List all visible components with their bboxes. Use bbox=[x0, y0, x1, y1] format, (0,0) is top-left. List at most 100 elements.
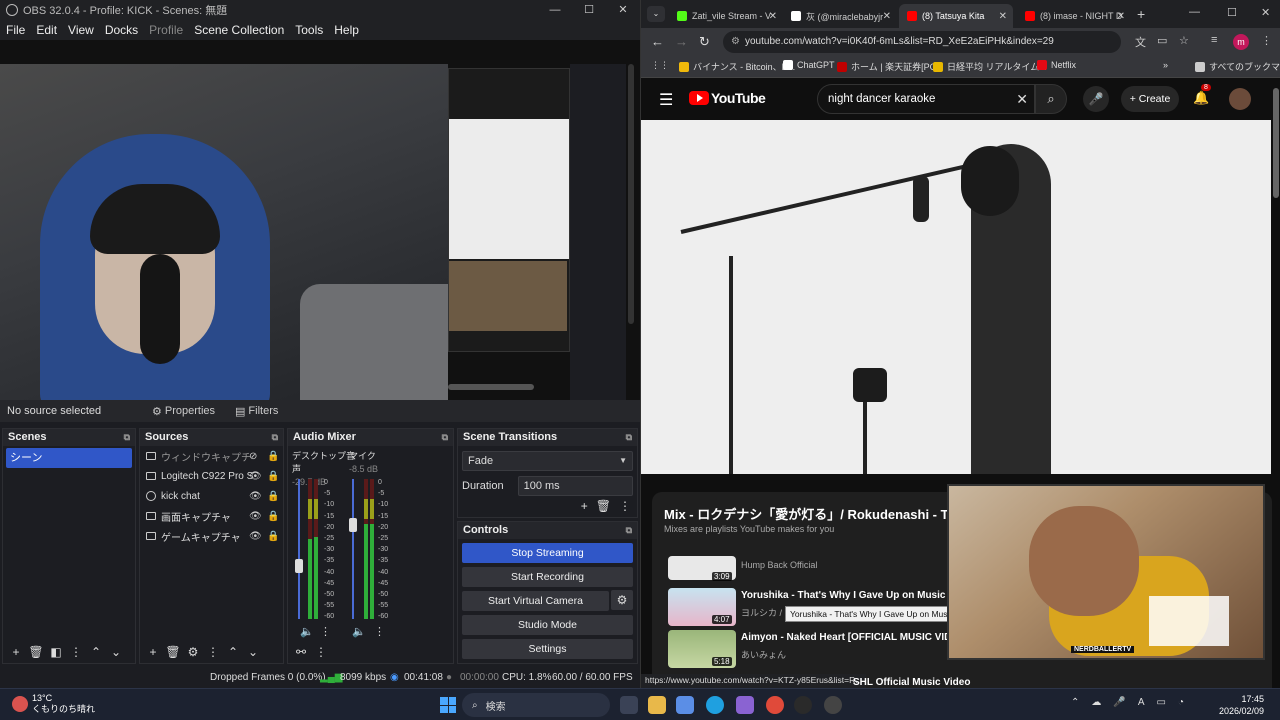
cast-icon[interactable]: ▭ bbox=[1157, 34, 1167, 47]
menu-icon[interactable]: ☰ bbox=[659, 90, 673, 110]
close-tab-icon[interactable]: ✕ bbox=[883, 11, 891, 22]
source-item[interactable]: 画面キャプチャ 👁 🔒 bbox=[140, 506, 283, 526]
remove-scene-icon[interactable]: 🗑 bbox=[27, 645, 45, 659]
voice-search-icon[interactable]: 🎤 bbox=[1083, 86, 1109, 112]
kebab-menu-icon[interactable]: ⋮ bbox=[374, 625, 385, 638]
profile-avatar[interactable]: m bbox=[1233, 34, 1249, 50]
tab-x[interactable]: 灰 (@miraclebabyjr ✕ bbox=[783, 4, 897, 28]
search-input[interactable]: night dancer karaoke ✕ bbox=[817, 84, 1035, 114]
close-tab-icon[interactable]: ✕ bbox=[1117, 11, 1125, 22]
bookmark-chatgpt[interactable]: ChatGPT bbox=[783, 60, 835, 70]
search-icon[interactable]: ⌕ bbox=[1035, 84, 1067, 114]
eye-icon[interactable]: 👁 bbox=[249, 471, 262, 482]
mic-volume-knob[interactable] bbox=[349, 518, 357, 532]
menu-docks[interactable]: Docks bbox=[105, 23, 138, 37]
desktop-volume-slider[interactable] bbox=[298, 479, 300, 619]
move-up-icon[interactable]: ⌃ bbox=[87, 645, 105, 659]
tab-kick[interactable]: Zati_vile Stream - V ✕ bbox=[669, 4, 783, 28]
ime-icon[interactable]: A bbox=[1138, 697, 1145, 708]
preview-canvas[interactable] bbox=[0, 40, 640, 400]
bookmark-binance[interactable]: バイナンス - Bitcoin、E... bbox=[679, 60, 795, 73]
app-icon[interactable] bbox=[794, 696, 812, 714]
preview-horizontal-scrollbar[interactable] bbox=[448, 384, 534, 390]
eye-icon[interactable]: 👁 bbox=[249, 531, 262, 542]
minimize-icon[interactable]: — bbox=[1189, 6, 1200, 18]
add-source-icon[interactable]: + bbox=[144, 645, 162, 659]
menu-edit[interactable]: Edit bbox=[36, 23, 57, 37]
lock-icon[interactable]: 🔒 bbox=[267, 511, 279, 522]
mic-volume-slider[interactable] bbox=[352, 479, 354, 619]
task-view-icon[interactable] bbox=[620, 696, 638, 714]
weather-widget[interactable]: 13°C くもりのち晴れ bbox=[12, 693, 95, 715]
picture-in-picture-window[interactable]: NERDBALLERTV bbox=[947, 484, 1265, 660]
undock-icon[interactable]: ⧉ bbox=[272, 429, 278, 446]
settings-button[interactable]: Settings bbox=[462, 639, 633, 659]
copilot-icon[interactable] bbox=[736, 696, 754, 714]
back-icon[interactable]: ← bbox=[651, 34, 664, 49]
menu-help[interactable]: Help bbox=[334, 23, 359, 37]
lock-icon[interactable]: 🔒 bbox=[267, 451, 279, 462]
tab-list-icon[interactable]: ≡ bbox=[1211, 34, 1217, 46]
close-icon[interactable]: ✕ bbox=[606, 0, 640, 20]
maximize-icon[interactable]: ☐ bbox=[1227, 6, 1237, 19]
store-icon[interactable] bbox=[676, 696, 694, 714]
source-item[interactable]: kick chat 👁 🔒 bbox=[140, 486, 283, 506]
remove-source-icon[interactable]: 🗑 bbox=[164, 645, 182, 659]
add-transition-icon[interactable]: + bbox=[581, 499, 588, 513]
move-down-icon[interactable]: ⌄ bbox=[244, 645, 262, 659]
chrome-menu-icon[interactable]: ⋮ bbox=[1261, 34, 1272, 47]
remove-transition-icon[interactable]: 🗑 bbox=[596, 499, 611, 513]
bookmark-nikkei[interactable]: 日経平均 リアルタイム... bbox=[933, 60, 1047, 73]
create-button[interactable]: + Create bbox=[1121, 86, 1179, 112]
menu-view[interactable]: View bbox=[68, 23, 94, 37]
display-icon[interactable]: ▭ bbox=[1157, 697, 1166, 708]
studio-mode-button[interactable]: Studio Mode bbox=[462, 615, 633, 635]
add-scene-icon[interactable]: + bbox=[7, 645, 25, 659]
hidden-eye-icon[interactable]: ⊘ bbox=[249, 451, 257, 462]
more-bookmarks-icon[interactable]: » bbox=[1163, 60, 1168, 70]
close-tab-icon[interactable]: ✕ bbox=[999, 11, 1007, 22]
menu-file[interactable]: File bbox=[6, 23, 25, 37]
source-item[interactable]: Logitech C922 Pro Str 👁 🔒 bbox=[140, 466, 283, 486]
chrome-icon[interactable] bbox=[766, 696, 784, 714]
scene-options-icon[interactable]: ⋮ bbox=[67, 645, 85, 659]
move-up-icon[interactable]: ⌃ bbox=[224, 645, 242, 659]
start-icon[interactable] bbox=[440, 697, 456, 713]
clock[interactable]: 17:45 2026/02/09 bbox=[1219, 693, 1264, 717]
all-bookmarks[interactable]: すべてのブックマーク bbox=[1195, 60, 1280, 73]
desktop-volume-knob[interactable] bbox=[295, 559, 303, 573]
clear-search-icon[interactable]: ✕ bbox=[1016, 85, 1028, 113]
virtual-camera-settings-icon[interactable]: ⚙ bbox=[611, 590, 633, 610]
avatar[interactable] bbox=[1229, 88, 1251, 110]
eye-icon[interactable]: 👁 bbox=[249, 491, 262, 502]
kebab-menu-icon[interactable]: ⋮ bbox=[320, 625, 331, 638]
filters-button[interactable]: ▤ Filters bbox=[235, 405, 278, 418]
undock-icon[interactable]: ⧉ bbox=[626, 522, 632, 539]
video-player[interactable] bbox=[641, 120, 1271, 474]
chevron-up-icon[interactable]: ⌃ bbox=[1071, 697, 1079, 708]
apps-icon[interactable]: ⋮⋮ bbox=[651, 60, 669, 71]
preview-vertical-scrollbar[interactable] bbox=[628, 64, 634, 324]
edge-icon[interactable] bbox=[706, 696, 724, 714]
file-explorer-icon[interactable] bbox=[648, 696, 666, 714]
site-info-icon[interactable]: ⚙ bbox=[731, 31, 740, 53]
network-icon[interactable]: ◔ bbox=[1178, 697, 1184, 708]
page-scrollbar[interactable] bbox=[1273, 88, 1279, 198]
mixer-options-icon[interactable]: ⋮ bbox=[312, 645, 330, 659]
cloud-icon[interactable]: ☁ bbox=[1091, 697, 1101, 708]
eye-icon[interactable]: 👁 bbox=[249, 511, 262, 522]
menu-tools[interactable]: Tools bbox=[295, 23, 323, 37]
close-icon[interactable]: ✕ bbox=[1261, 6, 1270, 19]
advanced-audio-icon[interactable]: ⚯ bbox=[292, 645, 310, 659]
scene-item[interactable]: シーン bbox=[6, 448, 132, 468]
scene-filters-icon[interactable]: ◧ bbox=[47, 645, 65, 659]
new-tab-icon[interactable]: + bbox=[1137, 6, 1145, 22]
youtube-logo[interactable]: YouTube bbox=[689, 90, 766, 106]
address-bar[interactable]: ⚙ youtube.com/watch?v=i0K40f-6mLs&list=R… bbox=[723, 31, 1121, 53]
tab-youtube[interactable]: (8) imase - NIGHT D ✕ bbox=[1017, 4, 1131, 28]
move-down-icon[interactable]: ⌄ bbox=[107, 645, 125, 659]
tab-youtube-active[interactable]: (8) Tatsuya Kita ✕ bbox=[899, 4, 1013, 28]
source-item[interactable]: ゲームキャプチャ 👁 🔒 bbox=[140, 526, 283, 546]
speaker-icon[interactable]: 🔈 bbox=[300, 625, 314, 638]
menu-scene-collection[interactable]: Scene Collection bbox=[194, 23, 284, 37]
